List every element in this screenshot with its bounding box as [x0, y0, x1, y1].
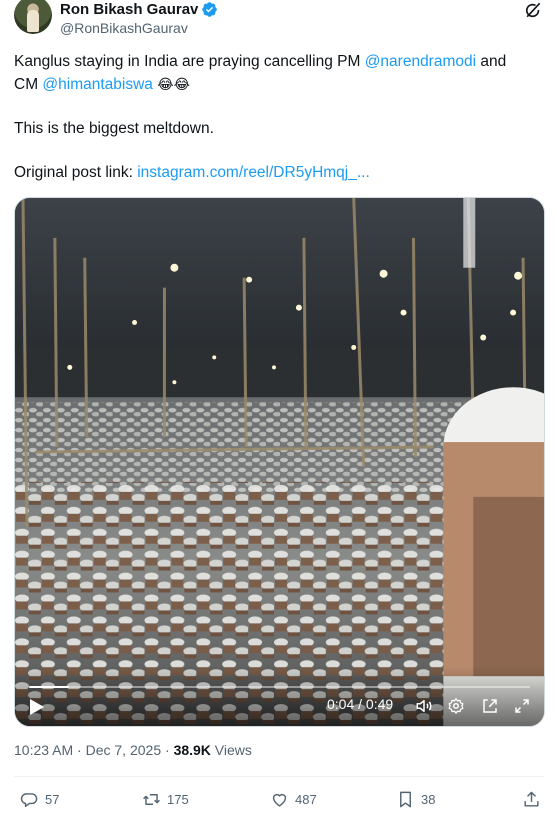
divider [14, 776, 544, 777]
tweet-text-line2: CM [14, 76, 43, 93]
reply-icon [20, 793, 38, 807]
heart-icon [272, 793, 287, 807]
mention-narendramodi[interactable]: @narendramodi [365, 53, 476, 70]
pip-icon[interactable] [481, 697, 499, 715]
settings-icon[interactable] [447, 697, 465, 715]
author-names: Ron Bikash Gaurav @RonBikashGaurav [60, 0, 218, 36]
views-label: Views [210, 742, 252, 758]
meta-dot: · [73, 742, 86, 758]
repost-icon [143, 794, 160, 805]
tweet-text: Kanglus staying in India are praying can… [14, 50, 544, 184]
avatar[interactable] [14, 0, 52, 34]
laughing-emoji: 😂😂 [157, 76, 190, 92]
grok-icon[interactable] [523, 0, 543, 20]
original-post-link[interactable]: instagram.com/reel/DR5yHmqj_... [137, 164, 370, 181]
action-bar: 57 175 487 38 [14, 790, 544, 812]
share-button[interactable] [522, 790, 547, 809]
tweet-text-line3: This is the biggest meltdown. [14, 120, 214, 137]
original-post-label: Original post link: [14, 164, 138, 181]
reply-count: 57 [45, 792, 60, 807]
mention-himantabiswa[interactable]: @himantabiswa [42, 76, 153, 93]
tweet-text-line1-suffix: and [476, 53, 507, 70]
tweet-date[interactable]: Dec 7, 2025 [86, 742, 162, 758]
like-button[interactable]: 487 [270, 790, 317, 809]
video-time: 0:04 / 0:49 [327, 696, 393, 712]
tweet-text-line1: Kanglus staying in India are praying can… [14, 53, 365, 70]
video-player[interactable]: 0:04 / 0:49 [14, 197, 545, 727]
video-frame [15, 198, 544, 726]
bookmark-count: 38 [421, 792, 436, 807]
tweet-time[interactable]: 10:23 AM [14, 742, 73, 758]
volume-icon[interactable] [415, 697, 433, 715]
author-handle[interactable]: @RonBikashGaurav [60, 20, 218, 36]
fullscreen-icon[interactable] [513, 697, 531, 715]
share-icon [524, 791, 539, 807]
video-controls: 0:04 / 0:49 [15, 666, 544, 726]
repost-button[interactable]: 175 [142, 790, 189, 809]
meta-dot-2: · [161, 742, 174, 758]
video-progress-fill [29, 686, 70, 688]
play-icon[interactable] [29, 698, 45, 716]
bookmark-icon [400, 791, 411, 808]
author-display-name[interactable]: Ron Bikash Gaurav [60, 1, 198, 18]
video-time-separator: / [354, 696, 366, 712]
verified-badge-icon [202, 1, 218, 17]
video-duration: 0:49 [365, 696, 394, 712]
like-count: 487 [295, 792, 317, 807]
video-current-time: 0:04 [327, 696, 355, 712]
video-progress-bar[interactable] [29, 686, 530, 688]
reply-button[interactable]: 57 [20, 790, 59, 809]
repost-count: 175 [167, 792, 189, 807]
tweet-header: Ron Bikash Gaurav @RonBikashGaurav [14, 0, 543, 38]
bookmark-button[interactable]: 38 [396, 790, 435, 809]
tweet-meta: 10:23 AM · Dec 7, 2025 · 38.9K Views [14, 742, 252, 758]
views-count: 38.9K [173, 742, 211, 758]
